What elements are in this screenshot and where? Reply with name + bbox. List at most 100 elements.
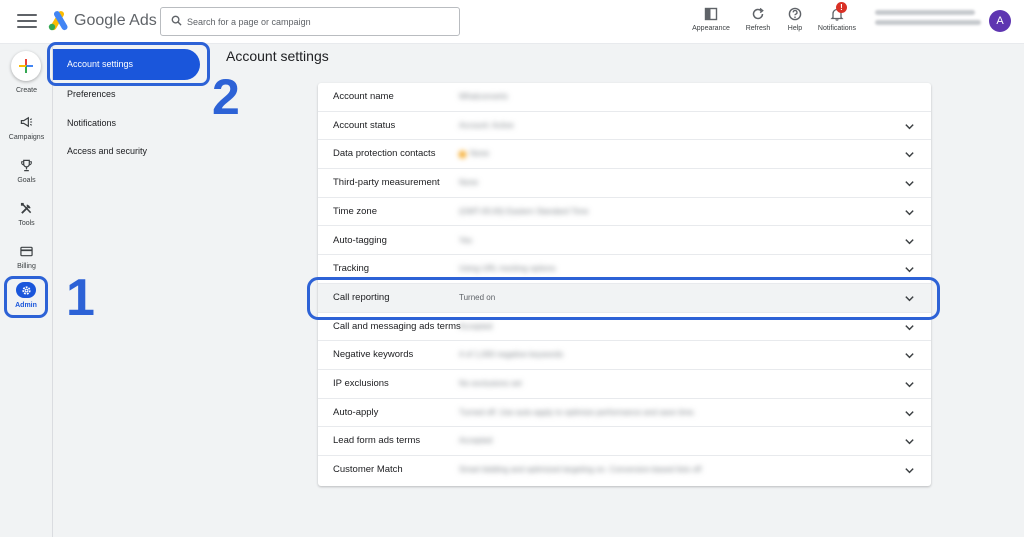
- chevron-down-icon[interactable]: [904, 178, 915, 189]
- page-title: Account settings: [226, 48, 329, 64]
- subnav-access-and-security[interactable]: Access and security: [67, 146, 147, 156]
- setting-label: Auto-apply: [333, 406, 379, 418]
- chevron-down-icon[interactable]: [904, 264, 915, 275]
- nav-label-billing: Billing: [17, 263, 36, 270]
- search-icon: [171, 15, 182, 26]
- setting-label: Account status: [333, 119, 396, 131]
- create-label: Create: [15, 87, 37, 94]
- search-input[interactable]: [187, 13, 449, 30]
- trophy-icon: [0, 157, 53, 173]
- setting-value: No exclusions set: [459, 370, 522, 399]
- google-ads-logo-icon[interactable]: [47, 11, 69, 36]
- help-button[interactable]: Help: [784, 6, 806, 32]
- setting-row-lead-form-ads-terms[interactable]: Lead form ads terms Accepted: [318, 427, 931, 457]
- nav-goals[interactable]: Goals: [0, 157, 53, 184]
- megaphone-icon: [0, 114, 53, 130]
- setting-value-text: (GMT-05:00) Eastern Standard Time: [459, 206, 589, 216]
- setting-label: Negative keywords: [333, 349, 414, 361]
- chevron-down-icon[interactable]: [904, 121, 915, 132]
- notification-badge: !: [836, 2, 847, 13]
- setting-value: None: [459, 140, 489, 169]
- chevron-down-icon[interactable]: [904, 236, 915, 247]
- setting-value: Yes: [459, 227, 472, 256]
- nav-billing[interactable]: Billing: [0, 243, 53, 270]
- setting-value-text: Using URL tracking options: [459, 264, 556, 274]
- setting-row-negative-keywords[interactable]: Negative keywords 4 of 1,000 negative key…: [318, 341, 931, 370]
- annotation-outline-3: [307, 277, 940, 320]
- subnav-notifications[interactable]: Notifications: [67, 118, 116, 128]
- setting-row-ip-exclusions[interactable]: IP exclusions No exclusions set: [318, 370, 931, 399]
- gear-icon: [16, 282, 36, 298]
- top-bar: Google Ads Appearance Refresh Help ! Not…: [0, 0, 1024, 44]
- setting-value-text: Turned off. Use auto-apply to optimize p…: [459, 407, 696, 417]
- appearance-label: Appearance: [692, 25, 730, 32]
- setting-label: Third-party measurement: [333, 177, 440, 189]
- notifications-button[interactable]: ! Notifications: [814, 2, 860, 32]
- setting-row-data-protection-contacts[interactable]: Data protection contacts None: [318, 140, 931, 170]
- account-info[interactable]: [875, 10, 981, 30]
- setting-value: (GMT-05:00) Eastern Standard Time: [459, 198, 588, 227]
- setting-row-third-party-measurement[interactable]: Third-party measurement None: [318, 169, 931, 198]
- chevron-down-icon[interactable]: [904, 322, 915, 333]
- tools-icon: [0, 200, 53, 216]
- appearance-icon: [690, 6, 732, 22]
- chevron-down-icon[interactable]: [904, 149, 915, 160]
- setting-label: Auto-tagging: [333, 234, 387, 246]
- setting-value-text: Yes: [459, 235, 473, 245]
- subnav-preferences[interactable]: Preferences: [67, 89, 116, 99]
- nav-label-campaigns: Campaigns: [8, 134, 45, 141]
- chevron-down-icon[interactable]: [904, 207, 915, 218]
- setting-value: Turned off. Use auto-apply to optimize p…: [459, 399, 696, 428]
- setting-label: Time zone: [333, 205, 377, 217]
- setting-value: Accepted: [459, 427, 492, 456]
- chevron-down-icon[interactable]: [904, 350, 915, 361]
- setting-row-account-name[interactable]: Account name Whatconverts: [318, 83, 931, 112]
- setting-value-text: Smart bidding and optimized targeting on…: [459, 465, 702, 475]
- search-box[interactable]: [160, 7, 460, 36]
- menu-icon[interactable]: [17, 14, 37, 30]
- setting-label: Data protection contacts: [333, 148, 436, 160]
- notifications-label: Notifications: [817, 25, 857, 32]
- help-label: Help: [787, 25, 803, 32]
- setting-value-text: Account: Active: [459, 120, 514, 130]
- avatar[interactable]: A: [989, 10, 1011, 32]
- setting-label: Lead form ads terms: [333, 435, 421, 447]
- create-button[interactable]: [11, 51, 41, 81]
- chevron-down-icon[interactable]: [904, 408, 915, 419]
- nav-campaigns[interactable]: Campaigns: [0, 114, 53, 141]
- annotation-number-2: 2: [212, 69, 240, 125]
- help-icon: [784, 6, 806, 22]
- setting-value-text: Accepted: [459, 321, 493, 331]
- appearance-button[interactable]: Appearance: [690, 6, 732, 32]
- setting-value-text: No exclusions set: [459, 379, 522, 388]
- setting-value: 4 of 1,000 negative keywords: [459, 341, 563, 370]
- setting-value-text: 4 of 1,000 negative keywords: [459, 350, 564, 360]
- nav-label-admin: Admin: [15, 302, 37, 309]
- refresh-label: Refresh: [745, 25, 771, 32]
- setting-row-customer-match[interactable]: Customer Match Smart bidding and optimize…: [318, 456, 931, 485]
- chevron-down-icon[interactable]: [904, 465, 915, 476]
- left-nav: Create Campaigns Goals Tools Billing Adm…: [0, 44, 53, 537]
- annotation-number-1: 1: [66, 269, 95, 327]
- chevron-down-icon[interactable]: [904, 379, 915, 390]
- setting-row-account-status[interactable]: Account status Account: Active: [318, 112, 931, 141]
- setting-row-auto-tagging[interactable]: Auto-tagging Yes: [318, 227, 931, 256]
- nav-tools[interactable]: Tools: [0, 200, 53, 227]
- chevron-down-icon[interactable]: [904, 436, 915, 447]
- setting-value: Smart bidding and optimized targeting on…: [459, 456, 701, 485]
- setting-value-text: None: [459, 178, 479, 188]
- refresh-icon: [742, 6, 774, 22]
- setting-value-text: None: [470, 149, 490, 159]
- setting-row-auto-apply[interactable]: Auto-apply Turned off. Use auto-apply to …: [318, 399, 931, 428]
- app-name: Google Ads: [74, 12, 157, 29]
- nav-admin[interactable]: Admin: [4, 276, 48, 318]
- credit-card-icon: [0, 243, 53, 259]
- setting-value: Whatconverts: [459, 83, 508, 112]
- setting-value: None: [459, 169, 478, 198]
- setting-value: Account: Active: [459, 112, 514, 141]
- nav-label-goals: Goals: [17, 177, 36, 184]
- nav-label-tools: Tools: [18, 220, 35, 227]
- setting-row-time-zone[interactable]: Time zone (GMT-05:00) Eastern Standard Ti…: [318, 198, 931, 227]
- refresh-button[interactable]: Refresh: [742, 6, 774, 32]
- plus-icon: [19, 59, 33, 73]
